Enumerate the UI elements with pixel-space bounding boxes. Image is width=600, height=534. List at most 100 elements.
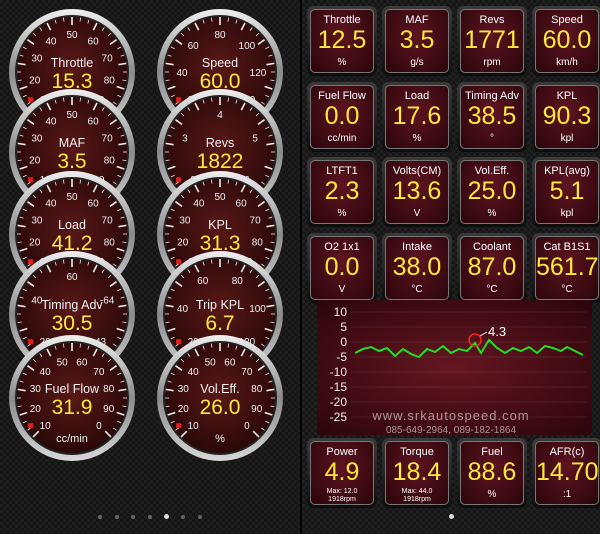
tile-revs[interactable]: Revs 1771 rpm	[457, 6, 527, 76]
tile-ltft1[interactable]: LTFT1 2.3 %	[307, 157, 377, 227]
tile-unit: %	[487, 489, 497, 500]
tile-value: 561.7	[536, 253, 599, 281]
page-dot[interactable]	[147, 515, 152, 519]
right-pager[interactable]	[302, 506, 600, 524]
tile-throttle[interactable]: Throttle 12.5 %	[307, 6, 377, 76]
tile-value: 13.6	[392, 177, 442, 205]
tile-max: Max: 12.0	[326, 488, 358, 495]
tile-face: O2 1x1 0.0 V	[310, 236, 374, 300]
gauge-tick-label: 60	[88, 198, 100, 209]
tile-label: Fuel	[481, 446, 503, 458]
tile-face: Speed 60.0 km/h	[535, 9, 599, 73]
tile-unit: %	[487, 208, 497, 219]
tile-fuel[interactable]: Fuel 88.6 %	[457, 438, 527, 508]
tile-torque[interactable]: Torque 18.4 Max: 44.0 1918rpm	[382, 438, 452, 508]
tile-face: Power 4.9 Max: 12.0 1918rpm	[310, 441, 374, 505]
tile-value: 17.6	[392, 102, 442, 130]
tile-power[interactable]: Power 4.9 Max: 12.0 1918rpm	[307, 438, 377, 508]
tile-value: 14.70	[536, 458, 599, 486]
gauge-tick-label: 60	[76, 357, 88, 368]
graph-y-tick-label: -5	[336, 350, 347, 364]
gauge-value: 26.0	[199, 396, 241, 419]
tile-maf[interactable]: MAF 3.5 g/s	[382, 6, 452, 76]
tile-intake[interactable]: Intake 38.0 °C	[382, 233, 452, 303]
tile-value: 2.3	[324, 177, 360, 205]
tile-label: Throttle	[323, 14, 361, 26]
tile-unit: rpm	[483, 57, 501, 68]
tile-label: LTFT1	[326, 165, 358, 177]
page-dot-active[interactable]	[448, 514, 454, 519]
tile-speed[interactable]: Speed 60.0 km/h	[532, 6, 600, 76]
gauge-tick-label: 50	[66, 110, 78, 121]
page-dot[interactable]	[131, 515, 136, 519]
tile-unit: cc/min	[327, 133, 357, 144]
gauge-tick-label: 40	[45, 36, 57, 47]
tile-value: 60.0	[542, 26, 592, 54]
tile-face: Coolant 87.0 °C	[460, 236, 524, 300]
tile-panel[interactable]: Throttle 12.5 % MAF 3.5 g/s Revs 1771 rp…	[302, 0, 600, 534]
gauge-tick-label: 40	[40, 367, 52, 378]
tile-value: 90.3	[542, 102, 592, 130]
tile-face: Fuel Flow 0.0 cc/min	[310, 85, 374, 149]
tile-label: Timing Adv	[464, 90, 519, 102]
tile-unit: °	[490, 133, 494, 144]
gauge-label: Revs	[205, 136, 235, 150]
tile-face: MAF 3.5 g/s	[385, 9, 449, 73]
tile-unit: kpl	[560, 133, 574, 144]
tile-cat-b1s1[interactable]: Cat B1S1 561.7 °C	[532, 233, 600, 303]
gauge-tick-label: 60	[188, 41, 200, 52]
watermark-site: www.srkautospeed.com	[372, 408, 530, 423]
gauge-tick-label: 40	[193, 198, 205, 209]
tile-label: Revs	[479, 14, 505, 26]
gauge-tick-label: 4	[217, 110, 223, 121]
tile-volts-cm-[interactable]: Volts(CM) 13.6 V	[382, 157, 452, 227]
page-dot[interactable]	[114, 515, 119, 519]
tile-unit: km/h	[556, 57, 578, 68]
gauge-tick-label: 80	[214, 30, 226, 41]
graph-y-tick-label: -15	[330, 380, 348, 394]
tile-load[interactable]: Load 17.6 %	[382, 82, 452, 152]
tile-label: Fuel Flow	[318, 90, 366, 102]
page-dot[interactable]	[181, 515, 186, 519]
gauge-tick-label: 60	[88, 116, 100, 127]
tile-afr-c-[interactable]: AFR(c) 14.70 :1	[532, 438, 600, 508]
gauge-tick-label: 50	[66, 30, 78, 41]
tile-value: 38.0	[392, 253, 442, 281]
tile-coolant[interactable]: Coolant 87.0 °C	[457, 233, 527, 303]
tile-unit: °C	[561, 284, 573, 295]
tile-label: Load	[404, 90, 430, 102]
gauge-panel[interactable]: 102030405060708090Throttle15.3 204060801…	[0, 0, 300, 534]
tile-value: 38.5	[467, 102, 517, 130]
page-dot[interactable]	[197, 515, 202, 519]
tile-label: Torque	[400, 446, 434, 458]
tile-unit: °C	[486, 284, 498, 295]
tile-face: Revs 1771 rpm	[460, 9, 524, 73]
left-pager[interactable]	[0, 506, 300, 524]
tile-value: 87.0	[467, 253, 517, 281]
tile-face: KPL(avg) 5.1 kpl	[535, 160, 599, 224]
gauge-vol-eff-[interactable]: 10 20 30 40 50 60 70 80 90 0 Vol.Eff. 26.0%	[156, 334, 284, 462]
tile-vol-eff-[interactable]: Vol.Eff. 25.0 %	[457, 157, 527, 227]
tile-kpl-avg-[interactable]: KPL(avg) 5.1 kpl	[532, 157, 600, 227]
tile-kpl[interactable]: KPL 90.3 kpl	[532, 82, 600, 152]
page-dot-active[interactable]	[163, 514, 169, 519]
gauge-unit: %	[215, 433, 225, 445]
gauge-tick-label: 0	[96, 421, 102, 432]
tile-label: Intake	[402, 241, 432, 253]
app-root: 102030405060708090Throttle15.3 204060801…	[0, 0, 600, 534]
gauge-tick-label: 80	[232, 276, 244, 287]
tile-o2-1x1[interactable]: O2 1x1 0.0 V	[307, 233, 377, 303]
gauge-label: Throttle	[50, 56, 94, 70]
tile-face: KPL 90.3 kpl	[535, 85, 599, 149]
gauge-tick-label: 50	[66, 192, 78, 203]
gauge-tick-label: 70	[93, 367, 105, 378]
tile-face: Vol.Eff. 25.0 %	[460, 160, 524, 224]
tile-label: Vol.Eff.	[474, 165, 510, 177]
page-dot[interactable]	[98, 515, 103, 519]
tile-unit: V	[413, 208, 421, 219]
tile-fuel-flow[interactable]: Fuel Flow 0.0 cc/min	[307, 82, 377, 152]
gauge-tick-label: 70	[241, 367, 253, 378]
gauge-fuel-flow[interactable]: 10 20 30 40 50 60 70 80 90 0 Fuel Flow 31.9 cc/min	[8, 334, 136, 462]
tile-timing-adv[interactable]: Timing Adv 38.5 °	[457, 82, 527, 152]
gauge-tick-label: 0	[244, 421, 250, 432]
